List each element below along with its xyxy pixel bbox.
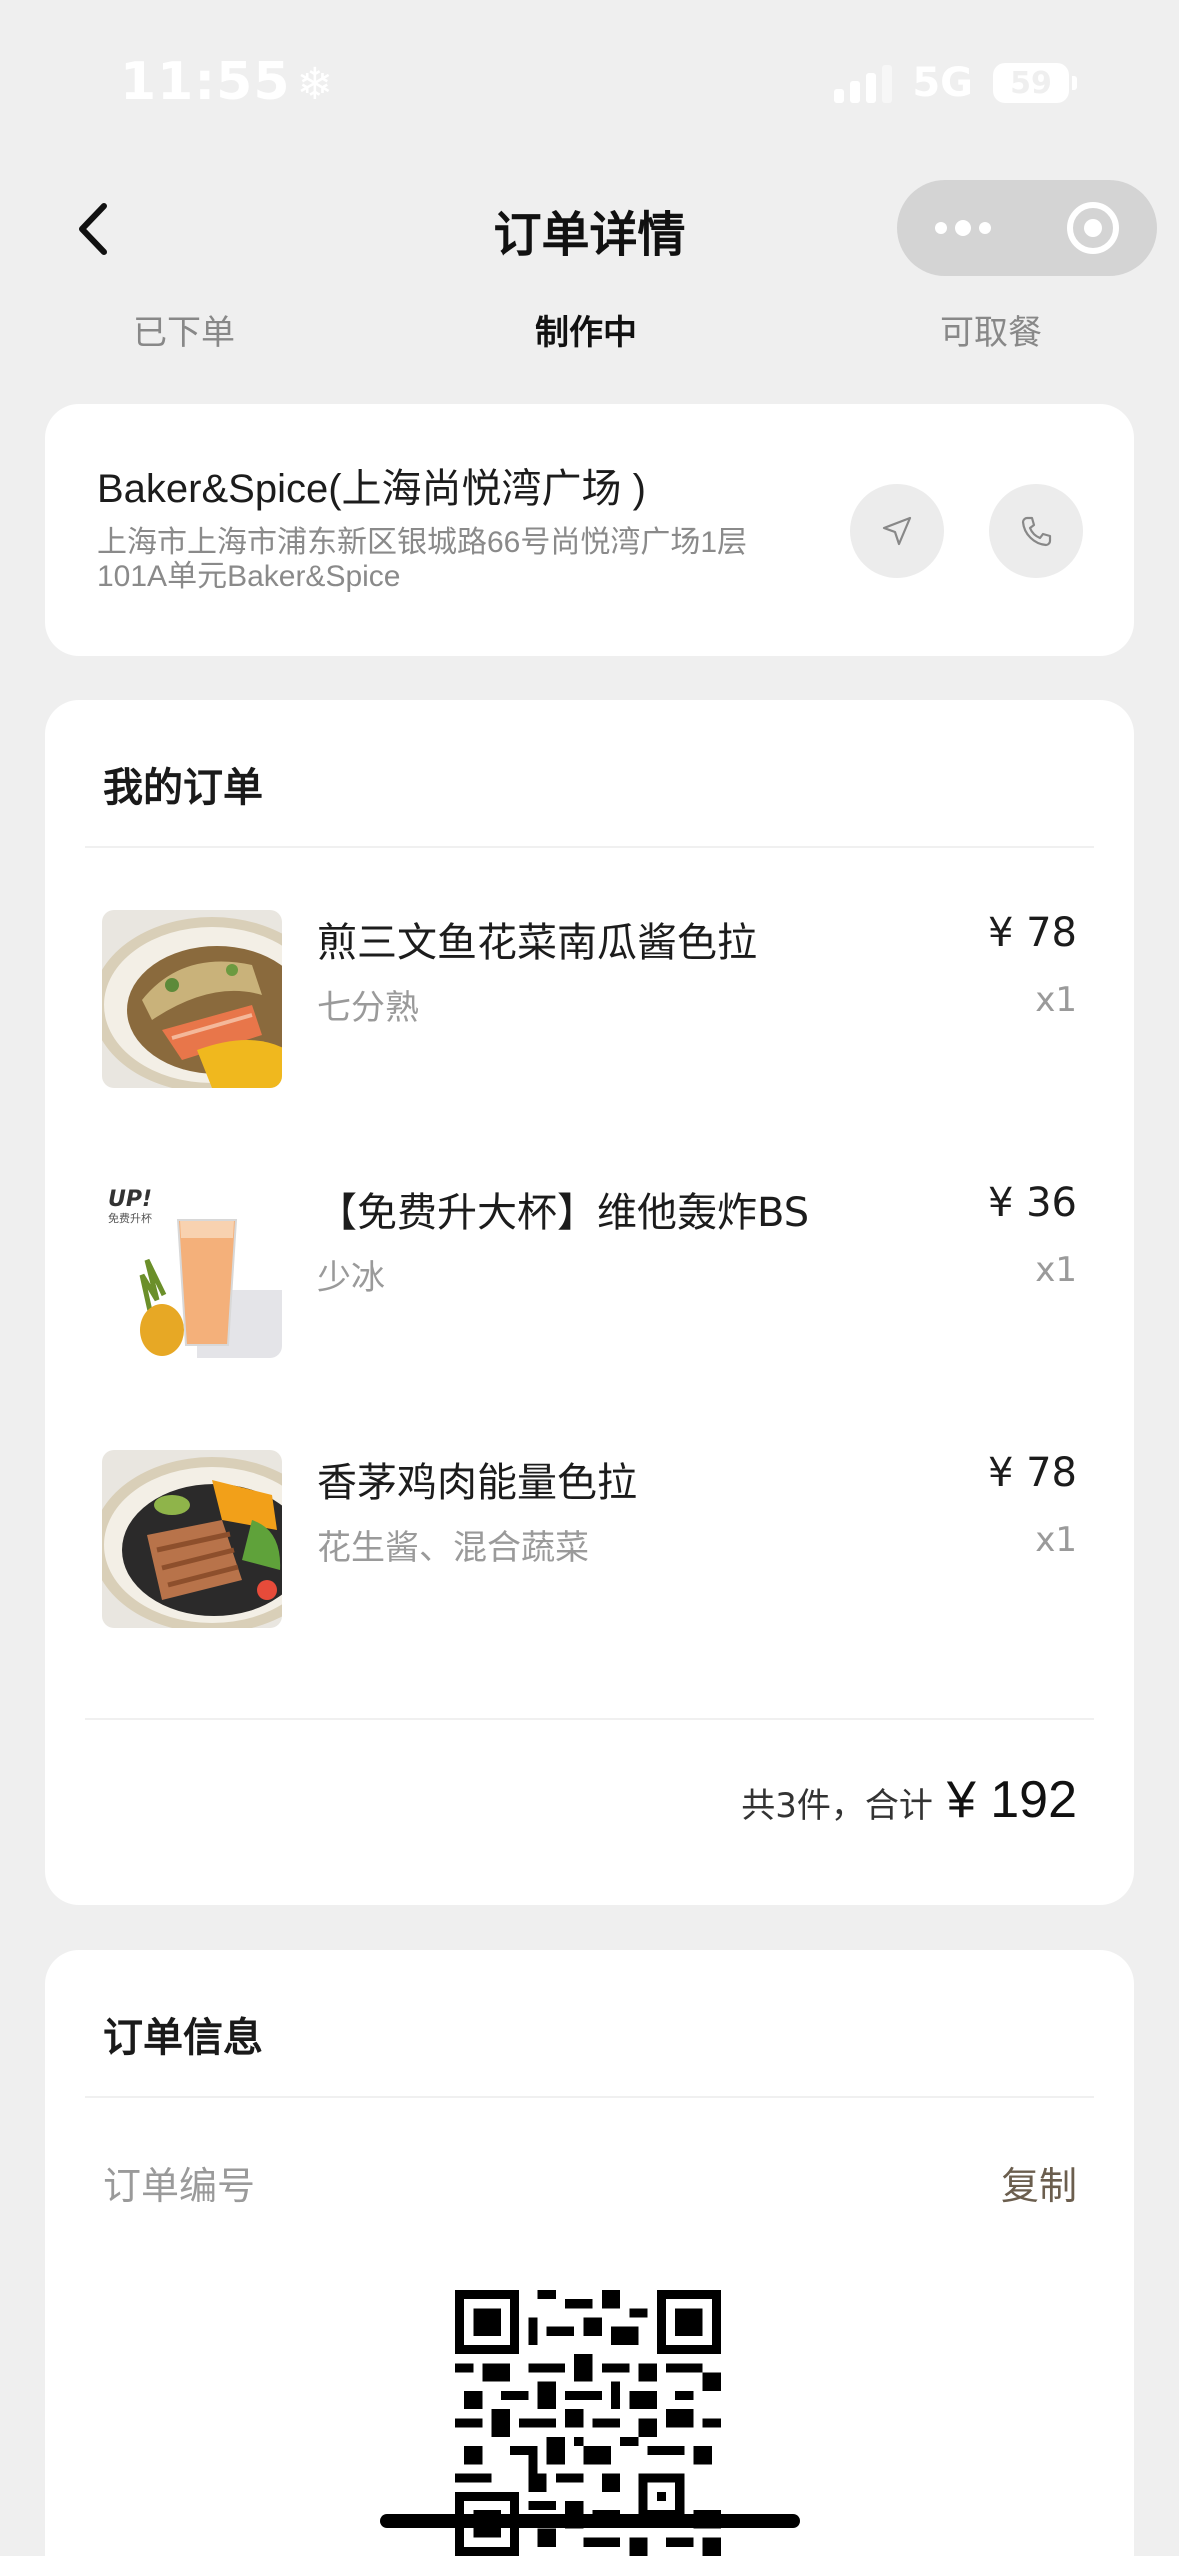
item-spec: 花生酱、混合蔬菜 [317,1528,589,1568]
item-spec: 少冰 [317,1258,385,1298]
nav-bar: 订单详情 [0,180,1179,280]
battery-icon: 59 [993,63,1077,103]
divider [85,846,1094,848]
divider [85,2096,1094,2098]
status-time: 11:55 ❄ [120,52,335,112]
item-name: 【免费升大杯】维他轰炸BS [317,1190,810,1236]
divider [85,1718,1094,1720]
copy-button[interactable]: 复制 [1001,2155,1077,2210]
step-ordered: 已下单 [133,313,235,353]
call-button[interactable] [989,484,1083,578]
status-bar: 11:55 ❄ 5G 59 [0,0,1179,150]
item-quantity: x1 [1035,980,1077,1020]
total-amount: ¥ 192 [946,1771,1077,1829]
order-item: UP! 免费升杯 【免费升大杯】维他轰炸BS 少冰 ¥ 36 x1 [45,1180,1134,1360]
signal-icon [834,63,893,103]
mini-program-capsule [897,180,1157,276]
item-name: 煎三文鱼花菜南瓜酱色拉 [317,920,757,966]
item-quantity: x1 [1035,1250,1077,1290]
snowflake-icon: ❄ [296,59,335,110]
navigation-arrow-icon [882,516,912,546]
store-name: Baker&Spice(上海尚悦湾广场 ) [97,467,646,511]
step-ready: 可取餐 [940,313,1042,353]
item-quantity: x1 [1035,1520,1077,1560]
smoothie-image: UP! 免费升杯 [102,1180,282,1358]
salmon-salad-image [102,910,282,1088]
order-info-card: 订单信息 订单编号 复制 [45,1950,1134,2556]
network-label: 5G [912,60,973,106]
order-section-title: 我的订单 [103,765,263,811]
order-number-label: 订单编号 [103,2164,256,2208]
navigate-button[interactable] [850,484,944,578]
info-section-title: 订单信息 [103,2015,263,2061]
store-card: Baker&Spice(上海尚悦湾广场 ) 上海市上海市浦东新区银城路66号尚悦… [45,404,1134,656]
target-icon[interactable] [1067,202,1119,254]
order-card: 我的订单 煎三文鱼花菜南瓜酱色拉 七分熟 ¥ 78 x1 UP! 免费升杯 【免… [45,700,1134,1905]
home-indicator[interactable] [380,2514,800,2528]
order-item: 煎三文鱼花菜南瓜酱色拉 七分熟 ¥ 78 x1 [45,910,1134,1090]
item-price: ¥ 78 [987,1450,1077,1496]
item-price: ¥ 78 [987,910,1077,956]
order-item: 香茅鸡肉能量色拉 花生酱、混合蔬菜 ¥ 78 x1 [45,1450,1134,1630]
total-count: 共3件，合计 [741,1786,933,1826]
more-dots-icon[interactable] [935,220,991,236]
svg-text:UP!: UP! [108,1187,152,1212]
item-name: 香茅鸡肉能量色拉 [317,1460,637,1506]
order-progress: 已下单 制作中 可取餐 [0,305,1179,365]
step-preparing: 制作中 [535,313,637,353]
order-total: 共3件，合计 ¥ 192 [741,1770,1077,1830]
item-spec: 七分熟 [317,988,419,1028]
chicken-salad-image [102,1450,282,1628]
item-price: ¥ 36 [987,1180,1077,1226]
phone-icon [1021,516,1052,547]
store-address: 上海市上海市浦东新区银城路66号尚悦湾广场1层101A单元Baker&Spice [97,526,748,593]
svg-text:免费升杯: 免费升杯 [108,1211,152,1225]
